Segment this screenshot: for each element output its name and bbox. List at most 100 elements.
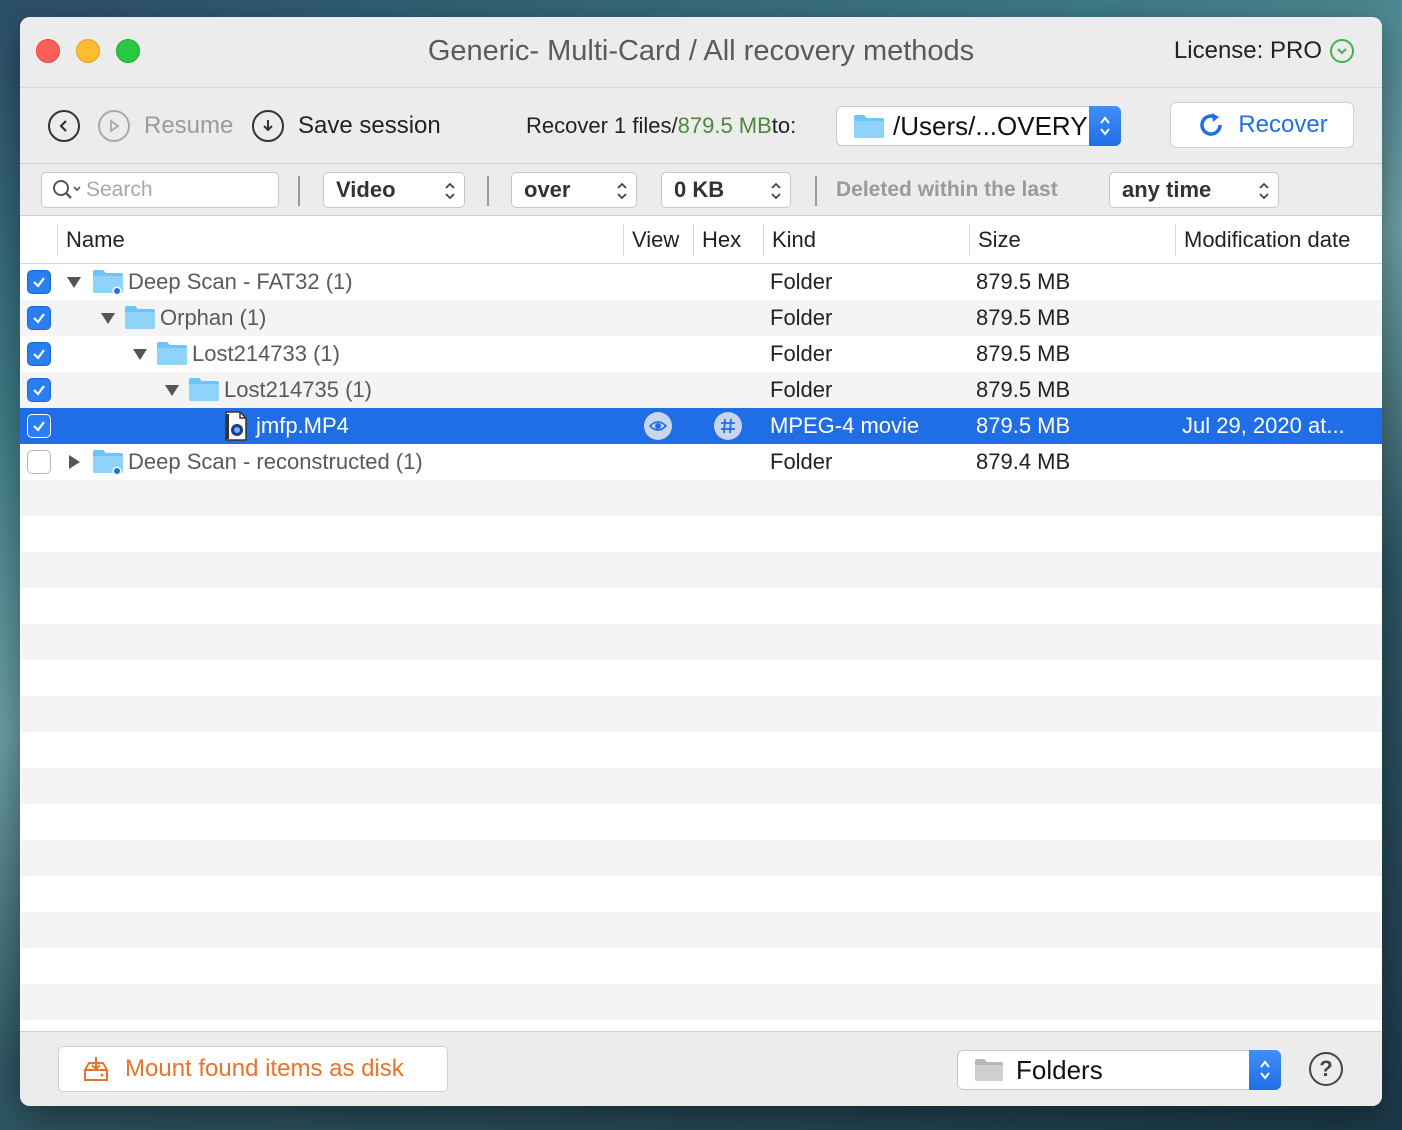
row-size: 879.5 MB	[976, 341, 1071, 366]
disclosure-triangle-collapsed-icon[interactable]	[66, 444, 82, 480]
table-row[interactable]: Deep Scan - FAT32 (1) Folder 879.5 MB	[20, 264, 1382, 300]
row-size: 879.5 MB	[976, 269, 1071, 294]
empty-row	[20, 876, 1382, 912]
resume-button[interactable]: Resume	[98, 88, 233, 164]
filter-bar: Video over 0 KB Deleted within the last …	[20, 163, 1382, 215]
row-size: 879.5 MB	[976, 377, 1071, 402]
row-checkbox[interactable]	[27, 270, 51, 294]
scan-folder-icon	[92, 264, 124, 300]
recover-summary: Recover 1 files/879.5 MB to:	[526, 88, 796, 164]
row-kind: Folder	[770, 269, 833, 294]
disclosure-triangle-expanded-icon[interactable]	[164, 372, 180, 408]
save-session-button[interactable]: Save session	[252, 88, 441, 164]
row-checkbox[interactable]	[27, 378, 51, 402]
empty-row	[20, 840, 1382, 876]
recover-button[interactable]: Recover	[1170, 102, 1354, 148]
table-rows: Deep Scan - FAT32 (1) Folder 879.5 MB Or…	[20, 264, 1382, 1031]
table-row[interactable]: Deep Scan - reconstructed (1) Folder 879…	[20, 444, 1382, 480]
mount-as-disk-label: Mount found items as disk	[125, 1055, 404, 1082]
back-button[interactable]	[48, 88, 80, 164]
bottom-bar: Mount found items as disk Folders ?	[20, 1031, 1382, 1106]
table-row[interactable]: Orphan (1) Folder 879.5 MB	[20, 300, 1382, 336]
up-down-stepper-icon[interactable]	[1249, 1050, 1281, 1090]
row-checkbox[interactable]	[27, 342, 51, 366]
empty-row	[20, 552, 1382, 588]
quick-view-eye-icon[interactable]	[644, 408, 672, 444]
column-header-kind[interactable]: Kind	[764, 216, 816, 264]
empty-row	[20, 804, 1382, 840]
column-header-view[interactable]: View	[624, 216, 679, 264]
column-header-name[interactable]: Name	[58, 216, 125, 264]
column-header-modification-date[interactable]: Modification date	[1176, 216, 1350, 264]
help-button[interactable]: ?	[1309, 1052, 1343, 1086]
destination-path-value: /Users/...OVERY	[893, 110, 1088, 141]
empty-row	[20, 516, 1382, 552]
size-comparison-value: over	[524, 177, 571, 202]
scan-folder-icon	[92, 444, 124, 480]
disclosure-triangle-expanded-icon[interactable]	[66, 264, 82, 300]
play-icon	[98, 110, 130, 142]
table-row[interactable]: Lost214735 (1) Folder 879.5 MB	[20, 372, 1382, 408]
table-header: Name View Hex Kind Size Modification dat…	[20, 216, 1382, 264]
toolbar: Resume Save session Recover 1 files/879.…	[20, 87, 1382, 163]
size-value: 0 KB	[674, 177, 725, 202]
empty-row	[20, 660, 1382, 696]
empty-row	[20, 984, 1382, 1020]
row-size: 879.5 MB	[976, 305, 1071, 330]
separator	[815, 176, 817, 206]
table-row[interactable]: Lost214733 (1) Folder 879.5 MB	[20, 336, 1382, 372]
up-down-arrows-icon	[1259, 182, 1269, 200]
column-header-size[interactable]: Size	[970, 216, 1021, 264]
chevron-down-icon[interactable]	[1330, 39, 1354, 63]
search-input[interactable]	[86, 178, 266, 202]
recover-size-text: 879.5 MB	[677, 113, 772, 138]
empty-row	[20, 768, 1382, 804]
destination-path-select[interactable]: /Users/...OVERY	[836, 106, 1121, 146]
view-mode-value: Folders	[1016, 1054, 1103, 1085]
disclosure-triangle-expanded-icon[interactable]	[100, 300, 116, 336]
size-comparison-select[interactable]: over	[511, 172, 637, 208]
up-down-stepper-icon[interactable]	[1089, 106, 1121, 146]
row-kind: Folder	[770, 377, 833, 402]
mount-as-disk-button[interactable]: Mount found items as disk	[58, 1046, 448, 1092]
row-checkbox[interactable]	[27, 306, 51, 330]
row-name: Lost214733 (1)	[192, 341, 340, 366]
folder-icon	[854, 115, 884, 138]
license-status[interactable]: License: PRO	[1174, 37, 1354, 65]
row-name: Deep Scan - reconstructed (1)	[128, 449, 423, 474]
row-size: 879.4 MB	[976, 449, 1071, 474]
hex-view-hash-icon[interactable]	[714, 408, 742, 444]
row-name: jmfp.MP4	[256, 413, 349, 438]
up-down-arrows-icon	[617, 182, 627, 200]
folder-gray-icon	[975, 1059, 1003, 1081]
save-session-label: Save session	[298, 112, 441, 139]
row-checkbox[interactable]	[27, 450, 51, 474]
folder-icon	[188, 372, 220, 408]
chevron-left-icon	[48, 110, 80, 142]
empty-row	[20, 696, 1382, 732]
mount-disk-icon	[83, 1057, 109, 1081]
separator	[487, 176, 489, 206]
row-kind: Folder	[770, 449, 833, 474]
size-value-select[interactable]: 0 KB	[661, 172, 791, 208]
file-type-select[interactable]: Video	[323, 172, 465, 208]
deleted-within-label: Deleted within the last	[836, 178, 1058, 201]
search-field[interactable]	[41, 172, 279, 208]
empty-row	[20, 1020, 1382, 1031]
empty-row	[20, 732, 1382, 768]
view-mode-select[interactable]: Folders	[957, 1050, 1281, 1090]
disclosure-triangle-expanded-icon[interactable]	[132, 336, 148, 372]
movie-file-icon	[224, 408, 248, 444]
row-kind: Folder	[770, 341, 833, 366]
row-name: Orphan (1)	[160, 305, 267, 330]
resume-label: Resume	[144, 112, 234, 139]
row-size: 879.5 MB	[976, 413, 1071, 438]
row-checkbox[interactable]	[27, 414, 51, 438]
table-row-selected[interactable]: jmfp.MP4 MPEG-4 movie 879.5 MB Jul 29, 2…	[20, 408, 1382, 444]
time-range-select[interactable]: any time	[1109, 172, 1279, 208]
up-down-arrows-icon	[445, 182, 455, 200]
time-range-value: any time	[1122, 177, 1212, 202]
folder-icon	[156, 336, 188, 372]
column-header-hex[interactable]: Hex	[694, 216, 741, 264]
empty-row	[20, 912, 1382, 948]
